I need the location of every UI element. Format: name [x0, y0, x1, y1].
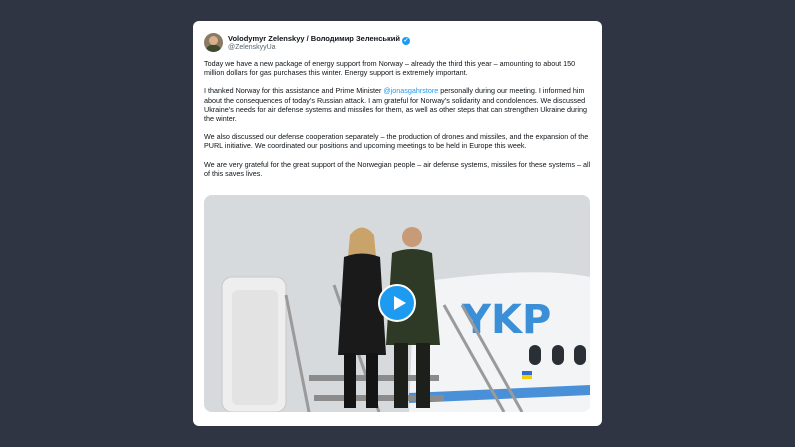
tweet-text: Today we have a new package of energy su…: [204, 59, 594, 187]
video-player[interactable]: YKP: [204, 195, 590, 412]
author-handle[interactable]: @ZelenskyyUa: [228, 44, 276, 51]
author-name[interactable]: Volodymyr Zelenskyy / Володимир Зеленськ…: [228, 34, 400, 43]
tweet-paragraph: We also discussed our defense cooperatio…: [204, 132, 589, 151]
tweet-header: Volodymyr Zelenskyy / Володимир Зеленськ…: [204, 33, 594, 55]
tweet-card: Volodymyr Zelenskyy / Володимир Зеленськ…: [193, 21, 602, 426]
author-avatar[interactable]: [204, 33, 223, 52]
mention-link[interactable]: @jonasgahrstore: [383, 86, 438, 95]
tweet-paragraph: Today we have a new package of energy su…: [204, 59, 576, 78]
tweet-paragraph: We are very grateful for the great suppo…: [204, 159, 591, 178]
plane-livery-text: YKP: [461, 297, 551, 343]
verified-badge-icon: ✓: [401, 37, 410, 45]
play-icon[interactable]: [378, 284, 416, 322]
paragraph-text: I thanked Norway for this assistance and…: [204, 86, 384, 96]
tweet-paragraph: I thanked Norway for this assistance and…: [204, 86, 594, 123]
